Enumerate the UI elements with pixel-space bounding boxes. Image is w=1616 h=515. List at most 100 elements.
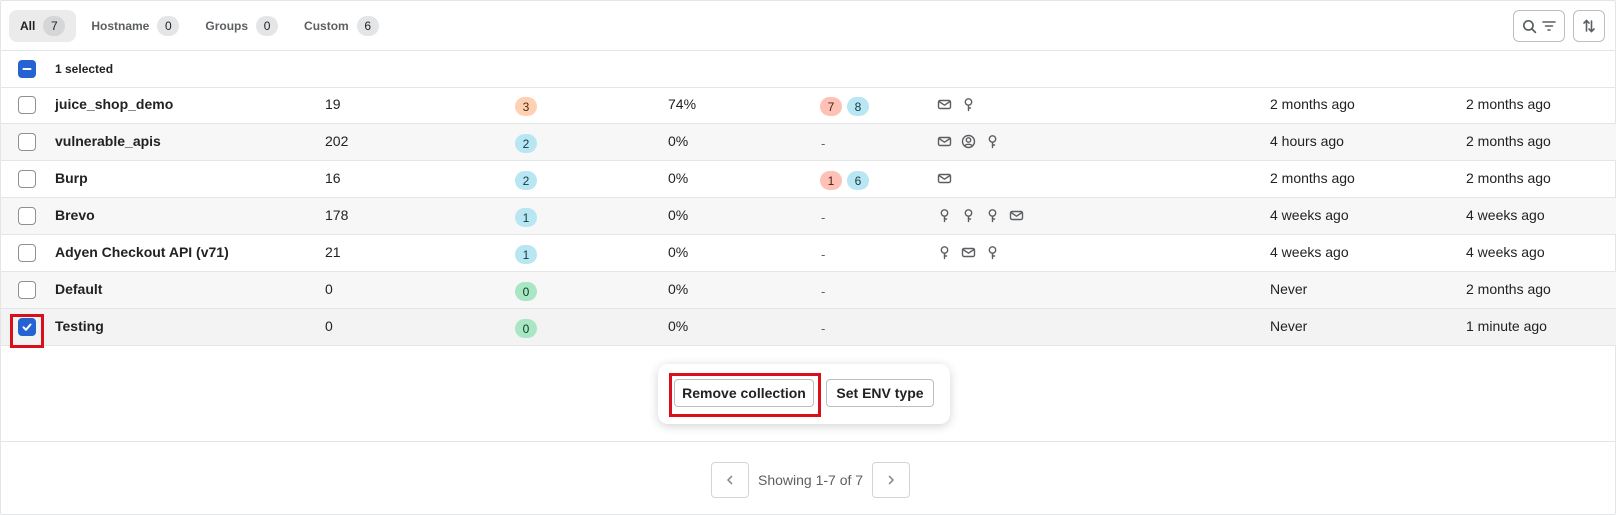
key-icon (937, 208, 952, 223)
tab-label: Hostname (91, 19, 150, 33)
discovered-time: Never (1270, 281, 1308, 297)
test-coverage: 0% (668, 170, 689, 186)
table-row[interactable]: Default 0 0 0% - Never 2 months ago (1, 272, 1616, 309)
tab-label: Custom (304, 19, 349, 33)
sensitive-data-icons (937, 171, 952, 186)
tab-groups[interactable]: Groups 0 (194, 10, 289, 42)
row-checkbox[interactable] (18, 244, 36, 262)
endpoint-count: 0 (325, 318, 333, 334)
last-traffic-time: 2 months ago (1466, 133, 1551, 149)
tab-count: 6 (356, 16, 379, 36)
divider (1, 441, 1616, 442)
discovered-time: 4 weeks ago (1270, 207, 1349, 223)
endpoint-count: 21 (325, 244, 341, 260)
sort-button[interactable] (1573, 10, 1605, 42)
collection-name[interactable]: Adyen Checkout API (v71) (55, 244, 229, 260)
next-page-button[interactable] (872, 461, 911, 498)
last-traffic-time: 4 weeks ago (1466, 207, 1545, 223)
last-traffic-time: 2 months ago (1466, 281, 1551, 297)
sensitive-data-icons (937, 97, 976, 112)
key-icon (961, 208, 976, 223)
collection-tabs: All 7 Hostname 0 Groups 0 Custom 6 (9, 10, 390, 42)
mail-icon (937, 97, 952, 112)
risk-score-badge: 2 (515, 171, 537, 190)
row-checkbox[interactable] (18, 133, 36, 151)
key-icon (961, 97, 976, 112)
table-row[interactable]: Testing 0 0 0% - Never 1 minute ago (1, 309, 1616, 346)
endpoint-count: 202 (325, 133, 349, 149)
table-row[interactable]: Burp 16 2 0% 1 6 2 months ago 2 months ago (1, 161, 1616, 198)
collection-name[interactable]: Brevo (55, 207, 95, 223)
endpoint-count: 0 (325, 281, 333, 297)
test-coverage: 0% (668, 133, 689, 149)
test-coverage: 0% (668, 318, 689, 334)
tab-hostname[interactable]: Hostname 0 (80, 10, 190, 42)
mail-icon (961, 245, 976, 260)
discovered-time: 2 months ago (1270, 96, 1355, 112)
selected-count: 1 selected (55, 62, 114, 76)
discovered-time: 4 weeks ago (1270, 244, 1349, 260)
tab-count: 7 (43, 16, 66, 36)
discovered-time: 4 hours ago (1270, 133, 1344, 149)
select-all-checkbox[interactable] (18, 60, 36, 78)
row-checkbox[interactable] (18, 281, 36, 299)
risk-score-badge: 3 (515, 97, 537, 116)
table-row[interactable]: juice_shop_demo 19 3 74% 7 8 2 months ago 2 mon… (1, 87, 1616, 124)
mail-icon (937, 134, 952, 149)
tab-custom[interactable]: Custom 6 (293, 10, 390, 42)
issues-empty: - (821, 247, 826, 262)
discovered-time: Never (1270, 318, 1308, 334)
key-icon (985, 245, 1000, 260)
highlight-box (10, 314, 44, 348)
tab-all[interactable]: All 7 (9, 10, 77, 42)
issues-low-badge: 6 (847, 171, 869, 190)
mail-icon (937, 171, 952, 186)
issues-empty: - (821, 210, 826, 225)
last-traffic-time: 1 minute ago (1466, 318, 1547, 334)
collection-name[interactable]: Testing (55, 318, 104, 334)
issues-empty: - (821, 136, 826, 151)
endpoint-count: 178 (325, 207, 349, 223)
last-traffic-time: 2 months ago (1466, 96, 1551, 112)
mail-icon (1009, 208, 1024, 223)
issues-high-badge: 1 (820, 171, 842, 190)
issues-low-badge: 8 (847, 97, 869, 116)
risk-score-badge: 1 (515, 208, 537, 227)
last-traffic-time: 2 months ago (1466, 170, 1551, 186)
selection-header: 1 selected (1, 51, 1616, 87)
last-traffic-time: 4 weeks ago (1466, 244, 1545, 260)
row-checkbox[interactable] (18, 96, 36, 114)
user-icon (961, 134, 976, 149)
key-icon (985, 134, 1000, 149)
tab-count: 0 (157, 16, 180, 36)
pagination: Showing 1-7 of 7 (711, 461, 911, 498)
highlight-box (669, 373, 821, 417)
risk-score-badge: 0 (515, 319, 537, 338)
issues-empty: - (821, 284, 826, 299)
collection-name[interactable]: Default (55, 281, 102, 297)
tab-label: Groups (205, 19, 249, 33)
filter-icon (1541, 21, 1556, 31)
issues-empty: - (821, 321, 826, 336)
test-coverage: 0% (668, 207, 689, 223)
test-coverage: 0% (668, 281, 689, 297)
table-row[interactable]: vulnerable_apis 202 2 0% - 4 hours ago 2 month… (1, 124, 1616, 161)
tab-label: All (20, 19, 36, 33)
issues-high-badge: 7 (820, 97, 842, 116)
search-filter-button[interactable] (1513, 10, 1565, 42)
sensitive-data-icons (937, 245, 1000, 260)
chevron-left-icon (727, 475, 733, 484)
collection-name[interactable]: Burp (55, 170, 88, 186)
key-icon (937, 245, 952, 260)
previous-page-button[interactable] (711, 461, 749, 498)
table-row[interactable]: Adyen Checkout API (v71) 21 1 0% - 4 weeks ag… (1, 235, 1616, 272)
table-row[interactable]: Brevo 178 1 0% - 4 weeks ago 4 weeks ago (1, 198, 1616, 235)
set-env-type-button[interactable]: Set ENV type (826, 379, 934, 407)
sensitive-data-icons (937, 208, 1024, 223)
risk-score-badge: 0 (515, 282, 537, 301)
collection-name[interactable]: juice_shop_demo (55, 96, 173, 112)
row-checkbox[interactable] (18, 207, 36, 225)
collection-name[interactable]: vulnerable_apis (55, 133, 161, 149)
search-icon (1522, 19, 1536, 33)
row-checkbox[interactable] (18, 170, 36, 188)
